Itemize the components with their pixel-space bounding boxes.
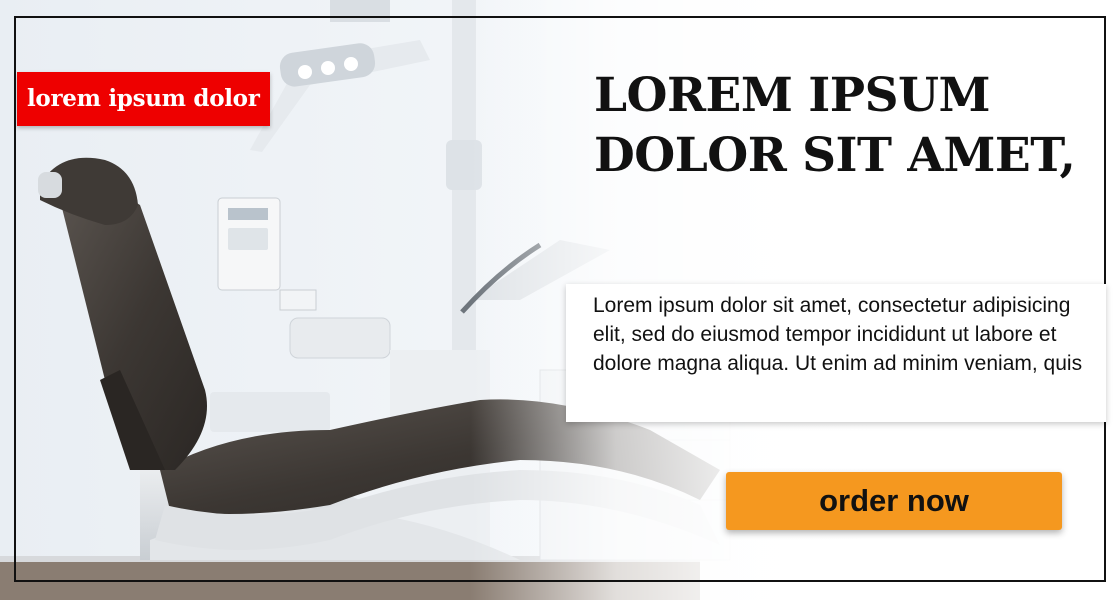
ad-banner: lorem ipsum dolor LOREM IPSUM DOLOR SIT … bbox=[0, 0, 1120, 600]
description-box: Lorem ipsum dolor sit amet, consectetur … bbox=[566, 284, 1106, 422]
headline: LOREM IPSUM DOLOR SIT AMET, bbox=[594, 68, 1076, 183]
description-text: Lorem ipsum dolor sit amet, consectetur … bbox=[593, 294, 1083, 375]
order-now-button[interactable]: order now bbox=[726, 472, 1062, 530]
promo-tag: lorem ipsum dolor bbox=[17, 72, 270, 126]
